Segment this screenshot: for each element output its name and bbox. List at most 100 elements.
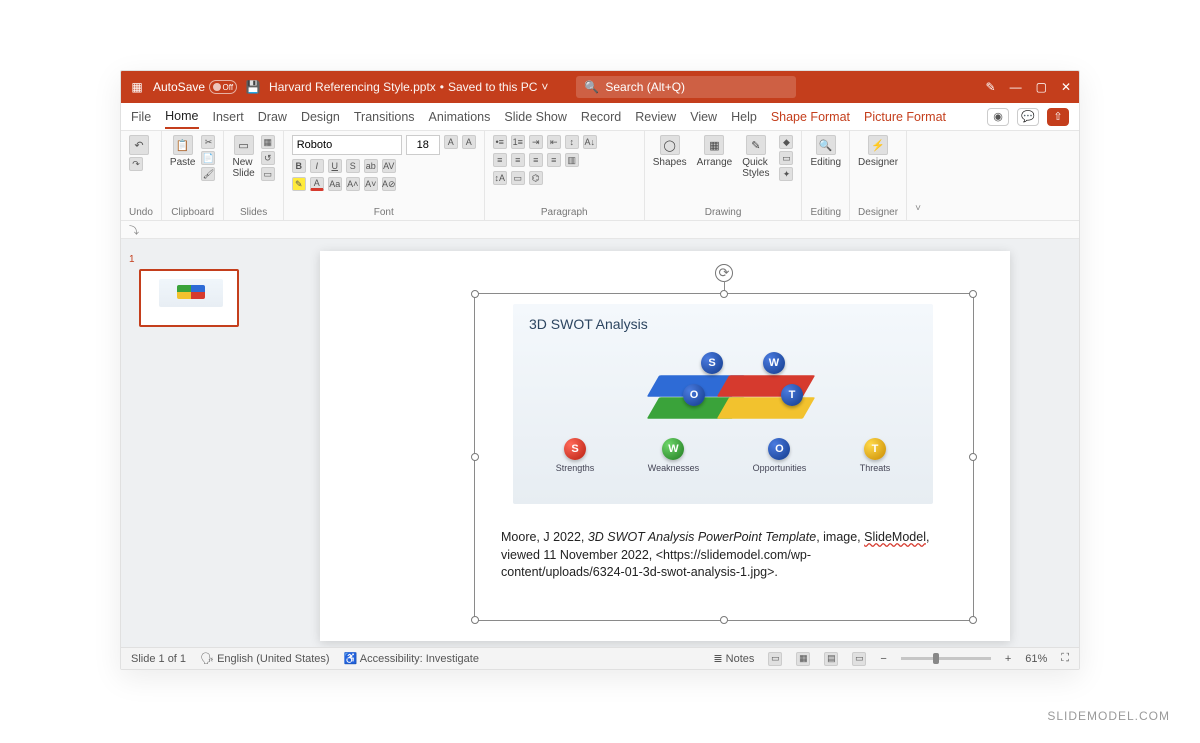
shape-outline-icon[interactable]: ▭ [779,151,793,165]
bold-button[interactable]: B [292,159,306,173]
arrange-button[interactable]: ▦Arrange [697,135,733,168]
clear-format-icon[interactable]: A⊘ [382,177,396,191]
tab-picture-format[interactable]: Picture Format [864,106,946,128]
font-name-input[interactable] [292,135,402,155]
resize-handle[interactable] [969,290,977,298]
resize-handle[interactable] [471,616,479,624]
maximize-button[interactable]: ▢ [1036,80,1047,94]
tab-view[interactable]: View [690,106,717,128]
slideshow-view-icon[interactable]: ▭ [852,652,866,666]
reading-view-icon[interactable]: ▤ [824,652,838,666]
notes-button[interactable]: ≣ Notes [713,652,754,665]
sort-icon[interactable]: A↓ [583,135,597,149]
normal-view-icon[interactable]: ▭ [768,652,782,666]
copy-icon[interactable]: 📄 [201,151,215,165]
redo-icon[interactable]: ↷ [129,157,143,171]
align-left-icon[interactable]: ≡ [493,153,507,167]
layout-icon[interactable]: ▦ [261,135,275,149]
zoom-level[interactable]: 61% [1025,653,1047,665]
minimize-button[interactable]: — [1010,80,1022,94]
resize-handle[interactable] [720,616,728,624]
align-center-icon[interactable]: ≡ [511,153,525,167]
toggle-switch[interactable]: Off [209,80,237,94]
new-slide-button[interactable]: ▭New Slide [232,135,254,179]
strike-button[interactable]: S [346,159,360,173]
undo-icon[interactable]: ↶ [129,135,149,155]
change-case-icon[interactable]: Aa [328,177,342,191]
resize-handle[interactable] [969,453,977,461]
underline-button[interactable]: U [328,159,342,173]
save-icon[interactable]: 💾 [245,79,261,95]
zoom-slider[interactable] [901,657,991,660]
resize-handle[interactable] [471,453,479,461]
indent-icon[interactable]: ⇥ [529,135,543,149]
comments-icon[interactable]: 💬 [1017,108,1039,126]
justify-icon[interactable]: ≡ [547,153,561,167]
rotate-handle[interactable]: ⟳ [715,264,733,282]
tab-file[interactable]: File [131,106,151,128]
format-painter-icon[interactable]: 🖌 [201,167,215,181]
tab-review[interactable]: Review [635,106,676,128]
smartart-icon[interactable]: ⌬ [529,171,543,185]
spacing-button[interactable]: AV [382,159,396,173]
resize-handle[interactable] [471,290,479,298]
tab-record[interactable]: Record [581,106,621,128]
shape-fill-icon[interactable]: ◆ [779,135,793,149]
ribbon-mode-icon[interactable]: ✎ [986,80,996,94]
ribbon-collapse-icon[interactable]: ˅ [907,131,929,220]
zoom-out-button[interactable]: − [880,653,886,665]
share-button[interactable]: ⇧ [1047,108,1069,126]
highlight-icon[interactable]: ✎ [292,177,306,191]
align-text-icon[interactable]: ▭ [511,171,525,185]
language-button[interactable]: 🗣 English (United States) [200,652,330,665]
tab-slideshow[interactable]: Slide Show [504,106,567,128]
selection-box[interactable]: ⟳ 3D SWOT Analysis S W [474,293,974,621]
close-button[interactable]: ✕ [1061,80,1071,94]
citation-text[interactable]: Moore, J 2022, 3D SWOT Analysis PowerPoi… [501,529,933,582]
shape-effects-icon[interactable]: ✦ [779,167,793,181]
accessibility-button[interactable]: ♿ Accessibility: Investigate [344,652,479,665]
tab-animations[interactable]: Animations [429,106,491,128]
tab-draw[interactable]: Draw [258,106,287,128]
fit-to-window-icon[interactable]: ⛶ [1061,652,1069,665]
camera-icon[interactable]: ◉ [987,108,1009,126]
sorter-view-icon[interactable]: ▦ [796,652,810,666]
italic-button[interactable]: I [310,159,324,173]
columns-icon[interactable]: ▥ [565,153,579,167]
grow-icon[interactable]: A˄ [346,177,360,191]
slide-canvas[interactable]: ⟳ 3D SWOT Analysis S W [251,239,1079,647]
search-input[interactable]: 🔍 Search (Alt+Q) [576,76,796,98]
zoom-in-button[interactable]: + [1005,653,1011,665]
tab-shape-format[interactable]: Shape Format [771,106,850,128]
line-spacing-icon[interactable]: ↕ [565,135,579,149]
shapes-button[interactable]: ◯Shapes [653,135,687,168]
text-direction-icon[interactable]: ↕A [493,171,507,185]
tab-insert[interactable]: Insert [213,106,244,128]
outdent-icon[interactable]: ⇤ [547,135,561,149]
shadow-button[interactable]: ab [364,159,378,173]
designer-button[interactable]: ⚡Designer [858,135,898,168]
shrink-icon[interactable]: A˅ [364,177,378,191]
quick-styles-button[interactable]: ✎Quick Styles [742,135,769,179]
autosave-toggle[interactable]: AutoSave Off [153,80,237,94]
tab-home[interactable]: Home [165,105,198,129]
paste-button[interactable]: 📋Paste [170,135,196,168]
tab-design[interactable]: Design [301,106,340,128]
inserted-picture[interactable]: 3D SWOT Analysis S W O T SStrengths WWea… [513,304,933,504]
tab-transitions[interactable]: Transitions [354,106,415,128]
font-color-icon[interactable]: A [310,177,324,191]
resize-handle[interactable] [969,616,977,624]
resize-handle[interactable] [720,290,728,298]
qat-overflow-icon[interactable]: ⤵ [129,222,139,237]
editing-button[interactable]: 🔍Editing [810,135,841,168]
reset-icon[interactable]: ↺ [261,151,275,165]
font-size-input[interactable] [406,135,440,155]
section-icon[interactable]: ▭ [261,167,275,181]
chevron-down-icon[interactable]: ˅ [541,80,548,94]
grow-font-icon[interactable]: A [444,135,458,149]
tab-help[interactable]: Help [731,106,757,128]
bullets-icon[interactable]: •≡ [493,135,507,149]
numbering-icon[interactable]: 1≡ [511,135,525,149]
align-right-icon[interactable]: ≡ [529,153,543,167]
cut-icon[interactable]: ✂ [201,135,215,149]
